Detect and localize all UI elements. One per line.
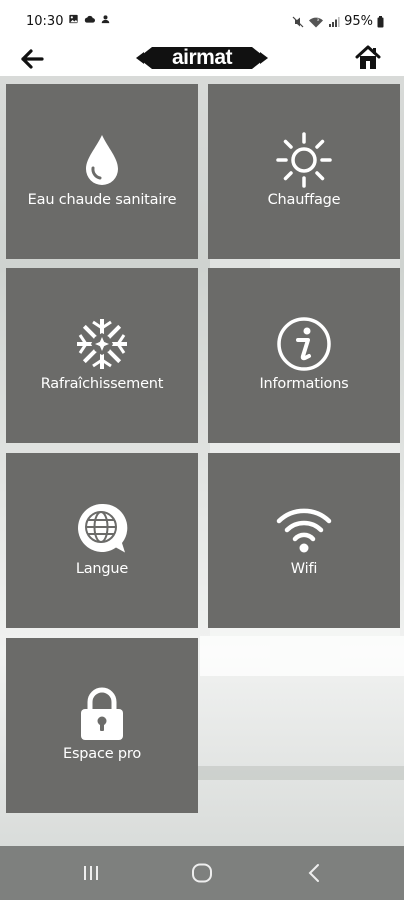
- info-icon: [277, 317, 331, 371]
- arrow-left-icon: [21, 49, 44, 69]
- tile-espace-pro[interactable]: Espace pro: [6, 638, 198, 813]
- gallery-icon: [69, 14, 78, 24]
- recent-apps-icon[interactable]: [80, 865, 102, 881]
- back-button[interactable]: [20, 46, 46, 72]
- person-icon: [101, 15, 110, 24]
- bg-counter: [200, 636, 404, 676]
- home-icon: [355, 45, 381, 69]
- tile-rafraichissement[interactable]: Rafraîchissement: [6, 268, 198, 443]
- tile-label: Langue: [75, 561, 129, 577]
- wifi-icon: [276, 508, 332, 553]
- tile-icon-wrap: [6, 501, 198, 557]
- home-button[interactable]: [354, 44, 382, 72]
- tile-icon-wrap: [208, 501, 400, 557]
- tile-label: Informations: [259, 376, 349, 392]
- system-nav-bar: [0, 846, 404, 900]
- cell-signal-icon: [329, 16, 340, 27]
- tile-label: Chauffage: [267, 192, 341, 208]
- globe-bubble-icon: [78, 503, 128, 553]
- mute-icon: [292, 16, 304, 27]
- tile-icon-wrap: [208, 132, 400, 188]
- lock-icon: [81, 687, 123, 740]
- status-left-icons: [68, 14, 111, 24]
- tile-chauffage[interactable]: Chauffage: [208, 84, 400, 259]
- app-header: airmat: [0, 42, 404, 76]
- cloud-icon: [84, 15, 95, 23]
- tile-icon-wrap: [6, 686, 198, 742]
- logo-text: airmat: [171, 46, 233, 69]
- status-right-icons: x 95%: [292, 14, 384, 29]
- status-bar: 10:30 x 95%: [0, 0, 404, 42]
- airmat-logo: airmat: [136, 44, 268, 72]
- sun-icon: [276, 132, 332, 188]
- wifi-signal-icon: x: [309, 17, 324, 27]
- tile-label: Espace pro: [62, 746, 142, 762]
- back-chevron-icon[interactable]: [307, 863, 323, 883]
- tile-langue[interactable]: Langue: [6, 453, 198, 628]
- snowflake-icon: [77, 319, 127, 369]
- water-drop-icon: [86, 135, 118, 185]
- battery-icon: [377, 15, 384, 27]
- tile-wifi[interactable]: Wifi: [208, 453, 400, 628]
- tile-label: Rafraîchissement: [40, 376, 164, 392]
- battery-percent: 95%: [344, 14, 373, 29]
- status-time: 10:30: [26, 14, 64, 29]
- home-circle-icon[interactable]: [191, 863, 213, 883]
- tile-label: Wifi: [290, 561, 318, 577]
- tile-informations[interactable]: Informations: [208, 268, 400, 443]
- tile-icon-wrap: [6, 316, 198, 372]
- tile-icon-wrap: [6, 132, 198, 188]
- tile-label: Eau chaude sanitaire: [27, 192, 177, 208]
- tile-eau-chaude-sanitaire[interactable]: Eau chaude sanitaire: [6, 84, 198, 259]
- tile-icon-wrap: [208, 316, 400, 372]
